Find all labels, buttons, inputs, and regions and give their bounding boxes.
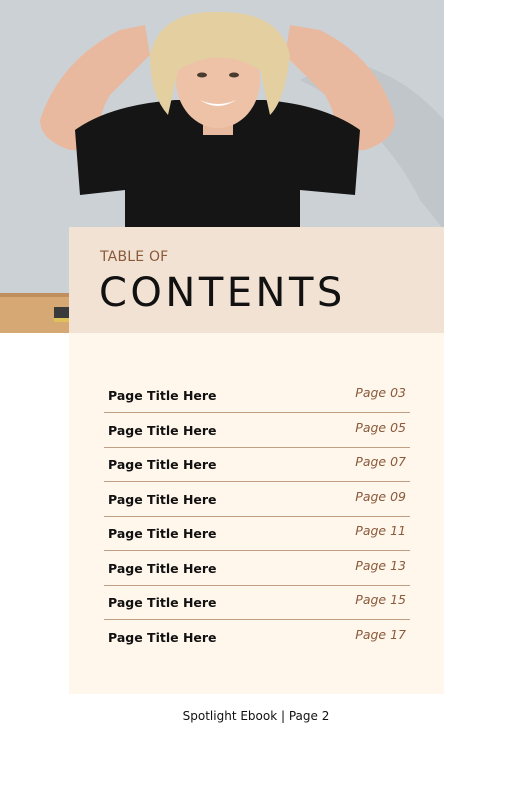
toc-item-title: Page Title Here — [108, 422, 217, 438]
toc-item-page: Page 17 — [355, 626, 406, 642]
toc-item[interactable]: Page Title Here Page 03 — [104, 379, 410, 413]
toc-item[interactable]: Page Title Here Page 17 — [104, 621, 410, 654]
toc-kicker: TABLE OF — [100, 249, 169, 265]
toc-list-panel: Page Title Here Page 03 Page Title Here … — [69, 333, 444, 694]
toc-item-page: Page 15 — [355, 592, 406, 607]
toc-header-panel: TABLE OF CONTENTS — [69, 227, 444, 333]
toc-item-page: Page 05 — [355, 419, 406, 435]
toc-item[interactable]: Page Title Here Page 05 — [104, 414, 410, 448]
toc-item[interactable]: Page Title Here Page 07 — [104, 448, 410, 482]
toc-list: Page Title Here Page 03 Page Title Here … — [104, 379, 410, 654]
toc-item[interactable]: Page Title Here Page 09 — [104, 483, 410, 517]
toc-item[interactable]: Page Title Here Page 13 — [104, 552, 410, 586]
toc-item-page: Page 09 — [355, 488, 406, 504]
toc-item-page: Page 07 — [355, 454, 406, 469]
toc-item-title: Page Title Here — [108, 491, 217, 507]
toc-item-title: Page Title Here — [108, 457, 217, 472]
toc-title: CONTENTS — [99, 270, 346, 316]
toc-item-title: Page Title Here — [108, 526, 217, 541]
toc-item-title: Page Title Here — [108, 560, 217, 576]
toc-item-title: Page Title Here — [108, 595, 217, 610]
page-footer: Spotlight Ebook | Page 2 — [182, 709, 330, 723]
toc-item-page: Page 11 — [355, 523, 406, 538]
toc-item-page: Page 13 — [355, 557, 406, 573]
toc-item-title: Page Title Here — [108, 388, 217, 403]
toc-item[interactable]: Page Title Here Page 15 — [104, 586, 410, 620]
toc-item-page: Page 03 — [355, 385, 406, 400]
toc-item[interactable]: Page Title Here Page 11 — [104, 517, 410, 551]
toc-item-title: Page Title Here — [108, 629, 217, 645]
